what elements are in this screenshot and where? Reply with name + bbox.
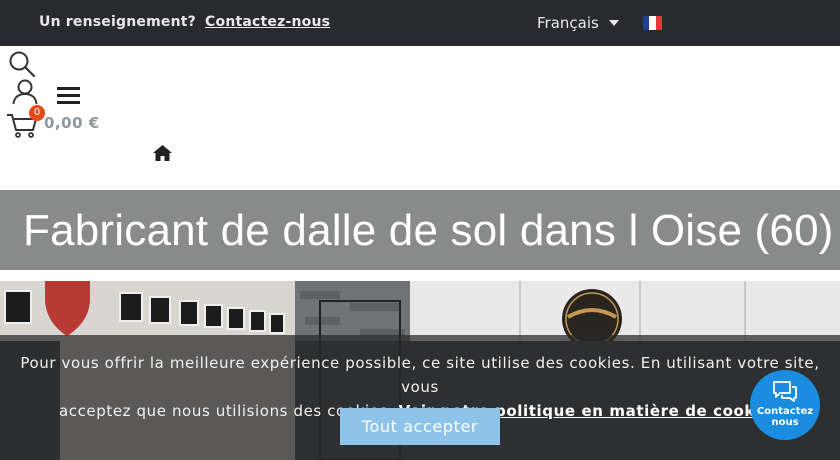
page: Un renseignement? Contactez-nous Françai…	[0, 0, 840, 460]
caret-down-icon	[608, 20, 619, 26]
cookie-text-line1: Pour vous offrir la meilleure expérience…	[20, 354, 820, 396]
cart-total[interactable]: 0,00 €	[44, 114, 100, 132]
cart-count-badge: 0	[29, 105, 45, 121]
chat-icon	[773, 381, 797, 402]
top-bar: Un renseignement? Contactez-nous Françai…	[0, 0, 840, 46]
page-title: Fabricant de dalle de sol dans l Oise (6…	[23, 206, 834, 255]
accept-all-button[interactable]: Tout accepter	[340, 408, 500, 445]
language-selector[interactable]: Français	[537, 14, 619, 32]
question-text: Un renseignement?	[39, 14, 196, 30]
contact-widget-label: Contactez nous	[750, 406, 820, 428]
search-icon[interactable]	[9, 51, 36, 77]
hamburger-menu-icon[interactable]	[57, 87, 80, 104]
french-flag-icon[interactable]	[643, 16, 662, 30]
home-icon[interactable]	[153, 145, 172, 161]
language-label: Français	[537, 14, 599, 32]
user-icon[interactable]	[12, 79, 39, 105]
page-title-band: Fabricant de dalle de sol dans l Oise (6…	[0, 190, 840, 270]
contact-link[interactable]: Contactez-nous	[205, 14, 330, 30]
contact-widget-line2: nous	[771, 417, 799, 428]
contact-us-widget[interactable]: Contactez nous	[750, 370, 820, 440]
contact-widget-line1: Contactez	[756, 406, 814, 417]
cookie-banner: Pour vous offrir la meilleure expérience…	[0, 335, 840, 460]
contact-prompt: Un renseignement? Contactez-nous	[39, 14, 330, 30]
